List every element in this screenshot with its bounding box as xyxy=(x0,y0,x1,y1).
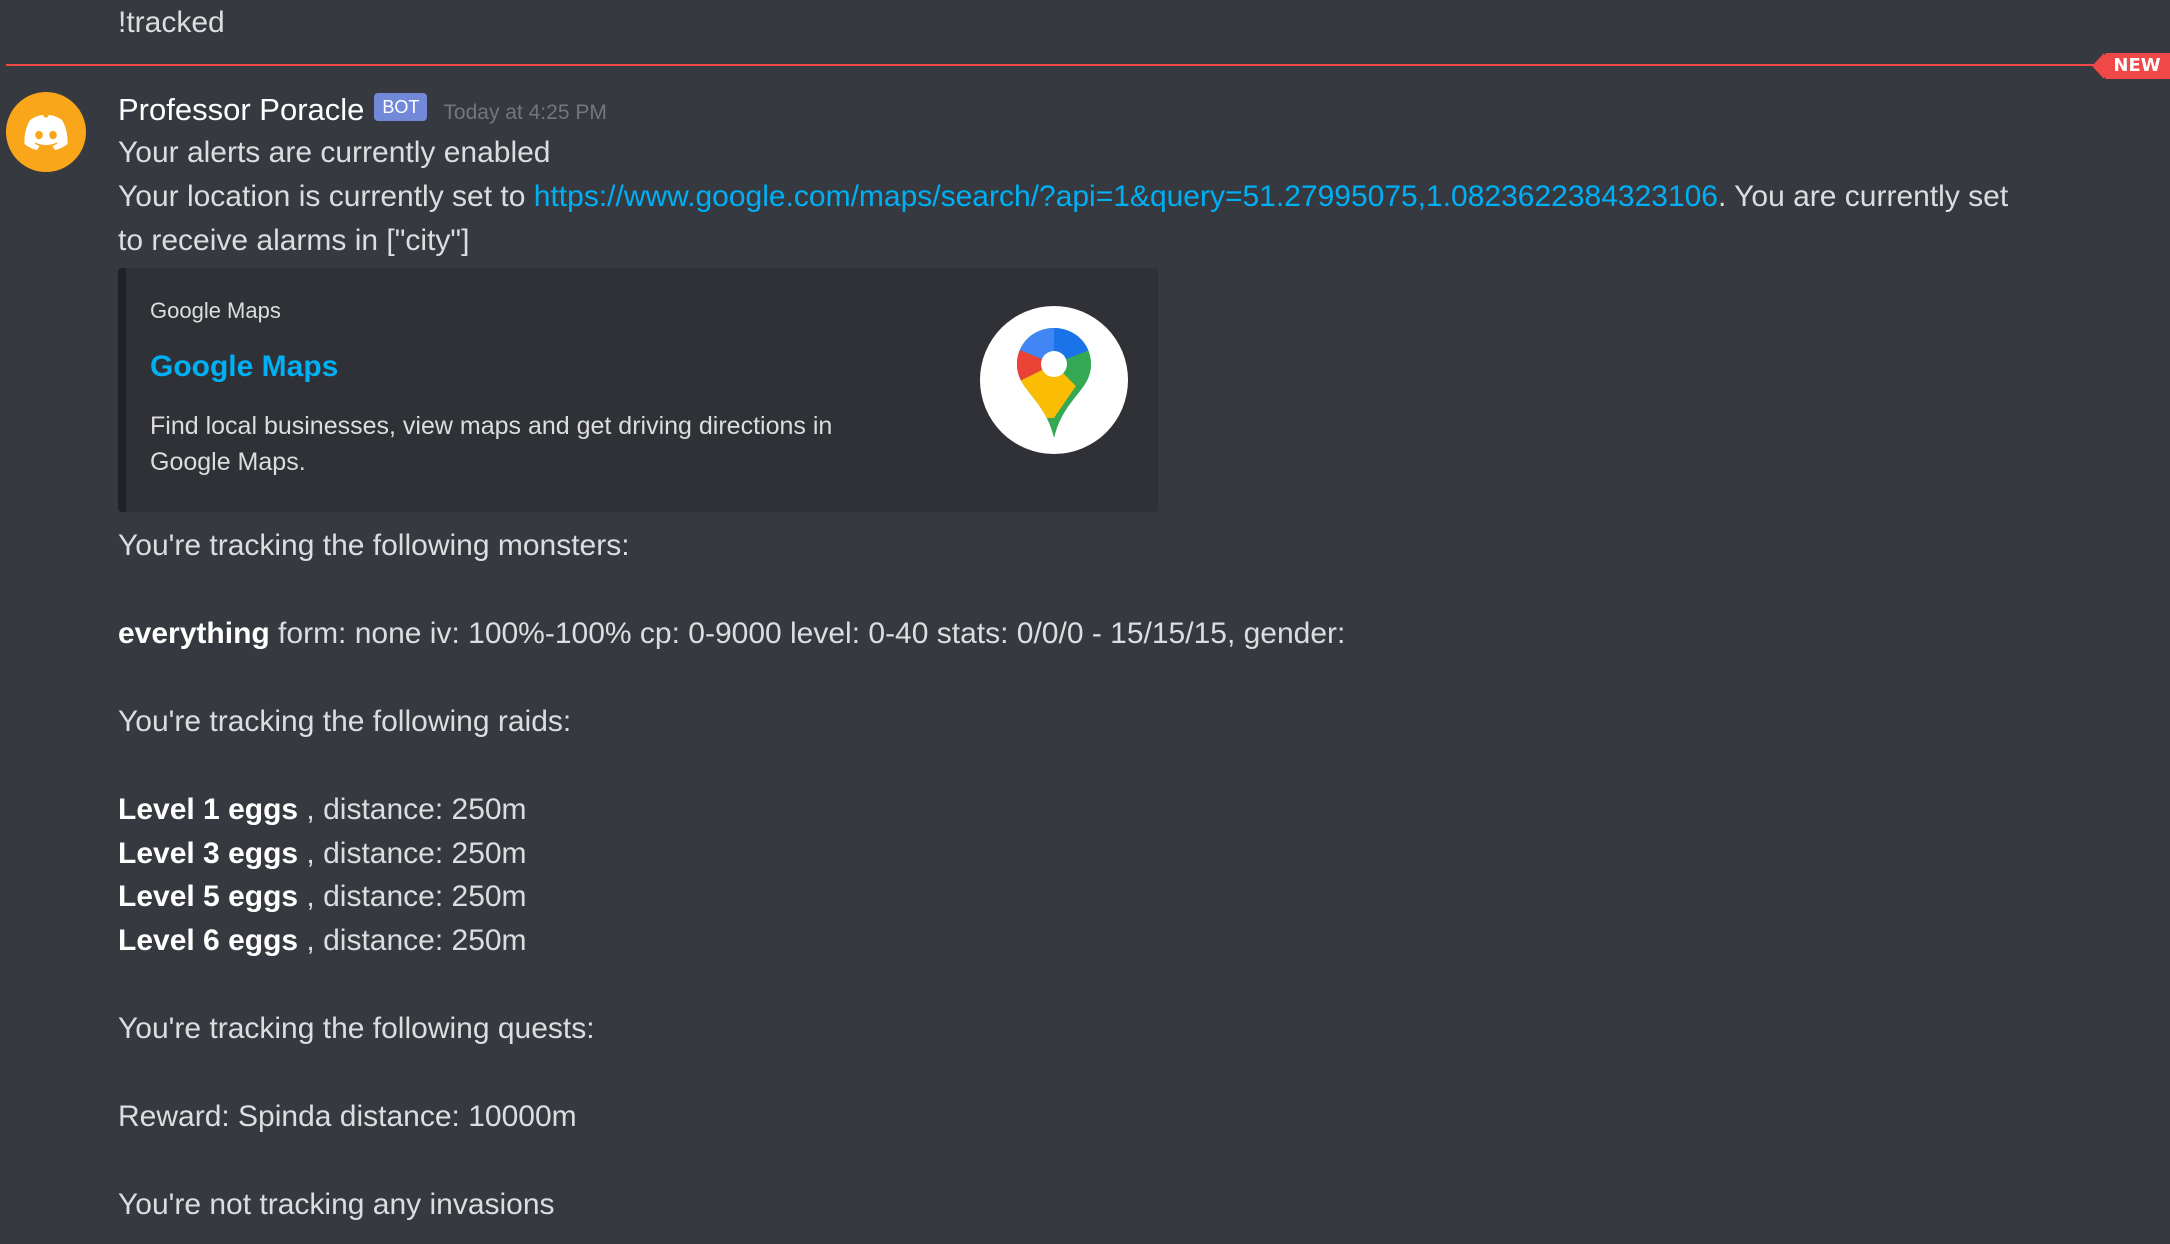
google-maps-pin-icon xyxy=(1017,328,1091,438)
message-header: Professor Poracle BOT Today at 4:25 PM xyxy=(118,88,607,132)
username[interactable]: Professor Poracle xyxy=(118,92,364,128)
raid-row: Level 3 eggs , distance: 250m xyxy=(118,832,527,876)
previous-message-text: !tracked xyxy=(118,6,225,39)
avatar[interactable] xyxy=(6,92,86,172)
raid-row: Level 6 eggs , distance: 250m xyxy=(118,919,527,963)
raid-row: Level 5 eggs , distance: 250m xyxy=(118,875,527,919)
raid-details: , distance: 250m xyxy=(298,793,527,826)
link-embed: Google Maps Google Maps Find local busin… xyxy=(118,268,1158,512)
embed-title[interactable]: Google Maps xyxy=(150,350,338,384)
raid-name: Level 6 eggs xyxy=(118,924,299,957)
new-badge: NEW xyxy=(2092,53,2170,79)
embed-thumbnail[interactable] xyxy=(980,306,1128,454)
new-messages-divider xyxy=(6,64,2102,66)
monster-name: everything xyxy=(118,617,270,650)
alerts-status-text: Your alerts are currently enabled xyxy=(118,136,551,169)
raid-details: , distance: 250m xyxy=(298,837,527,870)
monster-details: form: none iv: 100%-100% cp: 0-9000 leve… xyxy=(269,617,1346,650)
bot-tag: BOT xyxy=(374,93,428,121)
chat-view: !tracked NEW Professor Poracle BOT Today… xyxy=(0,0,2170,1244)
timestamp[interactable]: Today at 4:25 PM xyxy=(443,101,606,125)
location-line-2: to receive alarms in ["city"] xyxy=(118,224,470,257)
raid-details: , distance: 250m xyxy=(298,880,527,913)
raid-name: Level 5 eggs xyxy=(118,880,299,913)
monster-row: everything form: none iv: 100%-100% cp: … xyxy=(118,612,1345,656)
raid-name: Level 3 eggs xyxy=(118,837,299,870)
monsters-header: You're tracking the following monsters: xyxy=(118,529,630,562)
location-prefix: Your location is currently set to xyxy=(118,180,534,213)
raid-row: Level 1 eggs , distance: 250m xyxy=(118,788,527,832)
quests-header: You're tracking the following quests: xyxy=(118,1012,595,1045)
raids-header: You're tracking the following raids: xyxy=(118,705,572,738)
location-line: Your location is currently set to https:… xyxy=(118,175,2008,219)
location-suffix: . You are currently set xyxy=(1718,180,2009,213)
embed-provider[interactable]: Google Maps xyxy=(150,298,281,324)
embed-description: Find local businesses, view maps and get… xyxy=(150,412,833,476)
discord-logo-icon xyxy=(24,115,68,150)
raid-details: , distance: 250m xyxy=(298,924,527,957)
quest-row: Reward: Spinda distance: 10000m xyxy=(118,1100,577,1133)
location-link[interactable]: https://www.google.com/maps/search/?api=… xyxy=(534,180,1718,213)
invasions-status: You're not tracking any invasions xyxy=(118,1188,555,1221)
raid-name: Level 1 eggs xyxy=(118,793,299,826)
